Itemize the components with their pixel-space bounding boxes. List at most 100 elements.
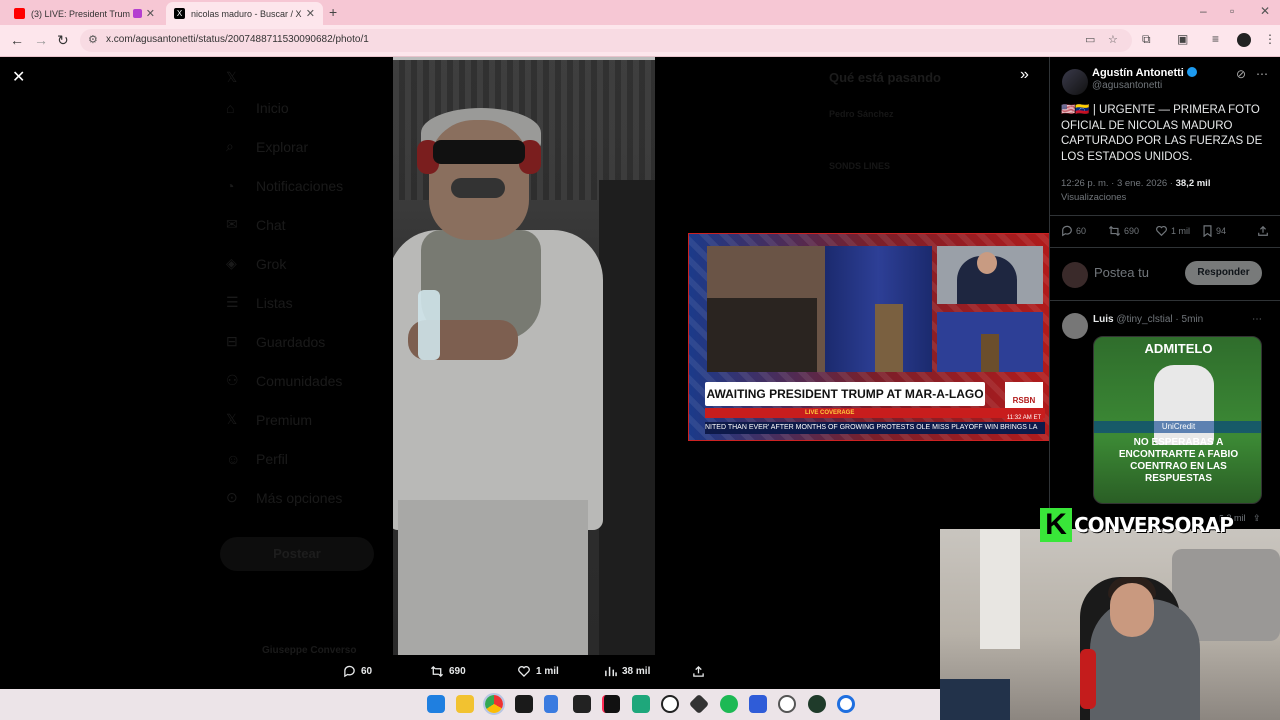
heart-icon [1156,225,1167,237]
tab-x-search[interactable]: X nicolas maduro - Buscar / X ✕ [166,2,323,25]
nav-item: ☰ Listas [226,294,293,311]
photo-share-button[interactable] [692,665,710,678]
repost-icon [430,665,444,678]
close-photo-icon[interactable]: ✕ [12,67,25,87]
reload-icon[interactable]: ↻ [57,32,69,49]
reply-submit-button[interactable]: Responder [1185,261,1262,285]
media-control-icon[interactable]: ≡ [1212,32,1219,46]
reply-button[interactable]: 60 [1061,225,1086,237]
podium-window [937,312,1043,372]
url-text: x.com/agusantonetti/status/2007488711530… [106,34,369,45]
close-window-icon[interactable]: ✕ [1260,4,1270,18]
chatgpt-icon[interactable] [661,695,679,713]
nav-item: ✉ Chat [226,216,286,233]
trend-item: SONDS LINES [829,161,891,171]
app-blue-icon[interactable] [749,695,767,713]
tab-title: nicolas maduro - Buscar / X [191,8,302,19]
windows-start-icon[interactable] [427,695,445,713]
side-panel-icon[interactable]: ▣ [1177,32,1188,46]
reply-author-avatar[interactable] [1062,313,1088,339]
livestream-pip[interactable]: AWAITING PRESIDENT TRUMP AT MAR-A-LAGO R… [688,233,1058,441]
nav-item: ⌕ Explorar [226,138,309,155]
background-post-button: Postear [220,537,374,571]
cube-icon[interactable] [688,693,710,715]
author-handle[interactable]: @agusantonetti [1092,80,1162,91]
x-logo-icon: X [174,8,185,19]
news-banner: AWAITING PRESIDENT TRUMP AT MAR-A-LAGO [705,382,985,406]
tweet-actions: 60 690 1 mil 94 [1061,225,1273,241]
author-avatar[interactable] [1062,69,1088,95]
shield-app-icon[interactable] [544,695,558,713]
reply-icon [344,665,355,678]
grok-icon[interactable]: ⊘ [1236,67,1246,81]
more-options-icon[interactable]: ⋯ [1252,314,1262,325]
nav-item: 𝕏 Premium [226,411,313,428]
bookmark-button[interactable]: 94 [1202,225,1226,237]
profile-avatar[interactable] [1237,33,1251,47]
background-nav: 𝕏 ⌂ Inicio ⌕ Explorar ◔ Notificaciones ✉ Cha… [226,66,386,517]
trends-heading: Qué está pasando [829,70,941,85]
like-button[interactable]: 1 mil [1155,225,1190,237]
expand-panel-icon[interactable]: » [1020,66,1029,84]
streamer-logo: K CONVERSORAP [1040,508,1234,542]
chrome-icon[interactable] [483,693,505,715]
browser-toolbar: ← → ↻ ⚙ x.com/agusantonetti/status/20074… [0,25,1280,57]
share-icon[interactable]: ⇪ [1253,513,1261,524]
youtube-icon [14,8,25,19]
repost-button[interactable]: 690 [1108,225,1139,237]
trend-item: Pedro Sánchez [829,109,894,119]
photo-reply-button[interactable]: 60 [343,665,372,678]
reply-icon [1062,225,1072,237]
live-coverage-label: LIVE COVERAGE [705,408,1045,418]
file-explorer-icon[interactable] [456,695,474,713]
minimize-icon[interactable]: – [1200,4,1207,18]
nav-item: ☺ Perfil [226,450,288,467]
verified-badge-icon [1186,67,1197,77]
app-white-icon[interactable] [778,695,796,713]
my-avatar [1062,262,1088,288]
app-green-icon[interactable] [632,695,650,713]
bookmark-star-icon[interactable]: ☆ [1108,33,1118,46]
repost-icon [1108,225,1121,237]
site-info-icon[interactable]: ⚙ [88,33,98,46]
press-room-scene [707,246,932,372]
capcut-icon[interactable] [573,695,591,713]
nav-item: ◈ Grok [226,255,287,272]
background-trends: Qué está pasando Pedro Sánchez SONDS LIN… [829,70,1039,213]
share-button[interactable] [1257,225,1272,237]
photo-like-button[interactable]: 1 mil [517,665,559,678]
bookmark-icon [1203,225,1212,237]
screen: { "browser": { "tabs": [ {"title": "(3) … [0,0,1280,720]
heart-icon [518,666,530,678]
tiktok-icon[interactable] [602,695,620,713]
app-ring-icon[interactable] [837,695,855,713]
cast-icon[interactable]: ▭ [1085,33,1095,46]
photo-repost-button[interactable]: 690 [430,665,466,678]
close-tab-icon[interactable]: ✕ [306,7,315,20]
author-name[interactable]: Agustín Antonetti [1092,67,1197,79]
app-dark-icon[interactable] [808,695,826,713]
tweet-photo[interactable] [393,57,655,655]
address-bar[interactable]: ⚙ x.com/agusantonetti/status/20074887115… [80,29,1132,52]
more-options-icon[interactable]: ⋯ [1256,67,1268,81]
share-icon [1258,225,1268,236]
app-icon[interactable] [515,695,533,713]
extensions-icon[interactable]: ⧉ [1142,32,1151,47]
reply-author[interactable]: Luis @tiny_clstial · 5min [1093,314,1203,325]
nav-item: ⌂ Inicio [226,99,289,116]
new-tab-button[interactable]: + [329,4,337,20]
reply-input[interactable]: Postea tu [1094,265,1149,280]
close-tab-icon[interactable]: ✕ [146,7,155,20]
spotify-icon[interactable] [720,695,738,713]
back-icon[interactable]: ← [10,32,24,48]
menu-icon[interactable]: ⋮ [1264,32,1276,46]
photo-views[interactable]: 38 mil [604,665,650,678]
browser-tab-bar: (3) LIVE: President Trump H ✕ X nicolas … [0,0,1280,25]
forward-icon[interactable]: → [34,32,48,48]
news-ticker: NITED THAN EVER' AFTER MONTHS OF GROWING… [705,422,1045,434]
maximize-icon[interactable]: ▫ [1230,4,1234,18]
reply-meme-image[interactable]: ADMITELO UniCredit NO ESPERABAS A ENCONT… [1093,336,1262,504]
tab-youtube[interactable]: (3) LIVE: President Trump H ✕ [6,2,163,25]
tab-title: (3) LIVE: President Trump H [31,8,130,19]
webcam-overlay [940,529,1280,720]
